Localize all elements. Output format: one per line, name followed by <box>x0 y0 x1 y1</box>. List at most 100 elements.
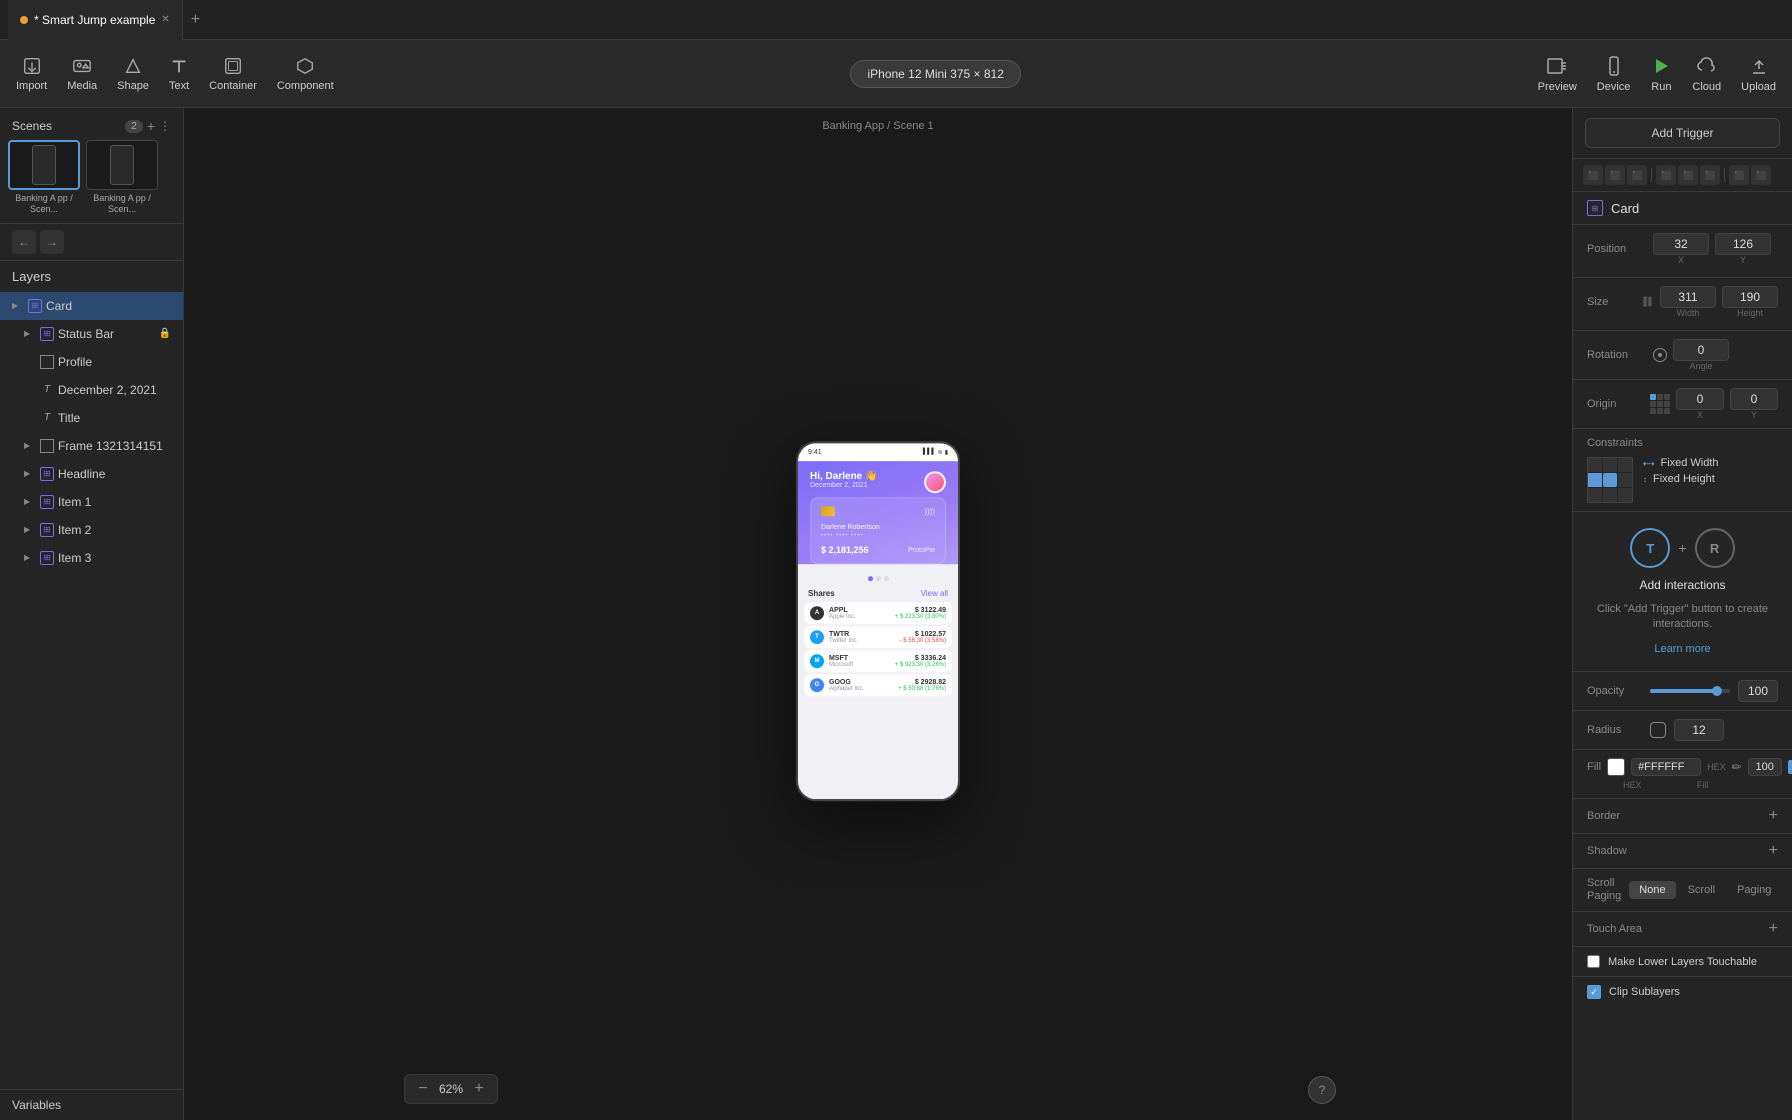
align-center-h-button[interactable]: ⬛ <box>1605 165 1625 185</box>
layer-item-item3[interactable]: ▶ ⊞ Item 3 <box>0 544 183 572</box>
cloud-button[interactable]: Cloud <box>1692 55 1721 93</box>
learn-more-link[interactable]: Learn more <box>1654 643 1710 655</box>
border-add-button[interactable]: + <box>1769 807 1778 825</box>
phone-stock-info-appl: APPL Apple Inc. <box>829 607 895 620</box>
align-right-button[interactable]: ⬛ <box>1627 165 1647 185</box>
device-button[interactable]: Device <box>1597 55 1631 93</box>
align-left-button[interactable]: ⬛ <box>1583 165 1603 185</box>
layer-item-title[interactable]: T Title <box>0 404 183 432</box>
origin-x-input[interactable] <box>1676 388 1724 410</box>
scenes-add-button[interactable]: + <box>147 118 155 134</box>
phone-card-name: Darlene Robertson <box>821 524 935 531</box>
align-bottom-button[interactable]: ⬛ <box>1700 165 1720 185</box>
layer-icon-item3: ⊞ <box>40 551 54 565</box>
phone-greeting-section: Hi, Darlene 👋 December 2, 2021 <box>798 461 958 564</box>
constraints-label: Constraints <box>1587 437 1778 449</box>
position-y-input[interactable] <box>1715 233 1771 255</box>
constraints-fixed-height-row: ↕ Fixed Height <box>1643 473 1719 485</box>
touch-area-label: Touch Area <box>1587 923 1642 935</box>
shape-tool[interactable]: Shape <box>117 56 149 92</box>
layer-item-item1[interactable]: ▶ ⊞ Item 1 <box>0 488 183 516</box>
border-label: Border <box>1587 810 1620 822</box>
nav-back-button[interactable]: ← <box>12 230 36 254</box>
interactions-title: Add interactions <box>1639 578 1725 592</box>
phone-stock-twtr: T TWTR Twitter Inc. $ 1022.57 - $ 56.30 … <box>804 626 952 648</box>
tab-close-btn[interactable]: ✕ <box>161 14 169 25</box>
layer-item-headline[interactable]: ▶ ⊞ Headline <box>0 460 183 488</box>
scene-thumb-2[interactable]: Banking A pp / Scen... <box>86 140 158 215</box>
distribute-v-button[interactable]: ⬛ <box>1751 165 1771 185</box>
phone-stock-price-msft: $ 3336.24 + $ 923.30 (3.26%) <box>895 655 946 668</box>
radius-input[interactable] <box>1674 719 1724 741</box>
touch-area-add-button[interactable]: + <box>1769 920 1778 938</box>
scroll-paging-label: ScrollPaging <box>1587 877 1621 903</box>
layer-name-item1: Item 1 <box>58 495 171 509</box>
interaction-r-circle: R <box>1695 528 1735 568</box>
container-tool[interactable]: Container <box>209 56 257 92</box>
upload-button[interactable]: Upload <box>1741 55 1776 93</box>
device-selector[interactable]: iPhone 12 Mini 375 × 812 <box>850 60 1020 88</box>
distribute-h-button[interactable]: ⬛ <box>1729 165 1749 185</box>
layer-item-item2[interactable]: ▶ ⊞ Item 2 <box>0 516 183 544</box>
phone-greeting-date: December 2, 2021 <box>810 482 877 489</box>
fill-opacity-input[interactable] <box>1748 758 1782 776</box>
scroll-paging-options: None Scroll Paging <box>1629 881 1781 899</box>
make-lower-layers-checkbox[interactable] <box>1587 955 1600 968</box>
rotation-row: Rotation Angle <box>1587 339 1778 371</box>
preview-button[interactable]: Preview <box>1538 55 1577 93</box>
constraints-section: Constraints ⟷ Fixed Wid <box>1573 429 1792 512</box>
fill-fill-sublabel: Fill <box>1697 780 1709 790</box>
component-tool[interactable]: Component <box>277 56 334 92</box>
active-tab[interactable]: * Smart Jump example ✕ <box>8 0 183 40</box>
fill-edit-icon[interactable]: ✏ <box>1732 760 1742 774</box>
layer-item-date[interactable]: T December 2, 2021 <box>0 376 183 404</box>
add-trigger-button[interactable]: Add Trigger <box>1585 118 1780 148</box>
scroll-paging-scroll-button[interactable]: Scroll <box>1678 881 1726 899</box>
help-button[interactable]: ? <box>1308 1076 1336 1104</box>
opacity-input[interactable] <box>1738 680 1778 702</box>
fill-hex-input[interactable] <box>1631 758 1701 776</box>
align-center-v-button[interactable]: ⬛ <box>1678 165 1698 185</box>
origin-y-input[interactable] <box>1730 388 1778 410</box>
new-tab-button[interactable]: + <box>183 11 208 29</box>
tab-label: * Smart Jump example <box>34 13 155 27</box>
clip-sublayers-checkbox[interactable]: ✓ <box>1587 985 1601 999</box>
origin-row: Origin X Y <box>1587 388 1778 420</box>
layer-item-frame[interactable]: ▶ Frame 1321314151 <box>0 432 183 460</box>
layer-item-card[interactable]: ▶ ⊞ Card <box>0 292 183 320</box>
layer-icon-headline: ⊞ <box>40 467 54 481</box>
run-button[interactable]: Run <box>1650 55 1672 93</box>
layer-item-profile[interactable]: Profile <box>0 348 183 376</box>
fill-color-swatch[interactable] <box>1607 758 1625 776</box>
text-tool[interactable]: Text <box>169 56 189 92</box>
size-height-input[interactable] <box>1722 286 1778 308</box>
scroll-paging-none-button[interactable]: None <box>1629 881 1675 899</box>
phone-stock-company-twtr: Twitter Inc. <box>829 638 900 644</box>
device-label[interactable]: iPhone 12 Mini 375 × 812 <box>850 60 1020 88</box>
nav-forward-button[interactable]: → <box>40 230 64 254</box>
opacity-slider[interactable] <box>1650 689 1730 693</box>
shadow-add-button[interactable]: + <box>1769 842 1778 860</box>
phone-card-balance: $ 2,181,256 <box>821 545 869 555</box>
position-x-input[interactable] <box>1653 233 1709 255</box>
fill-toggle[interactable]: ✓ <box>1788 760 1792 774</box>
zoom-in-button[interactable]: + <box>469 1079 489 1099</box>
size-label: Size <box>1587 296 1635 308</box>
media-tool[interactable]: Media <box>67 56 97 92</box>
size-width-input[interactable] <box>1660 286 1716 308</box>
align-tools: ⬛ ⬛ ⬛ ⬛ ⬛ ⬛ ⬛ ⬛ <box>1573 159 1792 192</box>
import-tool[interactable]: Import <box>16 56 47 92</box>
layer-item-status-bar[interactable]: ▶ ⊞ Status Bar 🔒 <box>0 320 183 348</box>
scene-mini-phone-2 <box>110 145 134 185</box>
align-top-button[interactable]: ⬛ <box>1656 165 1676 185</box>
constraints-fixed-width-row: ⟷ Fixed Width <box>1643 457 1719 469</box>
variables-title: Variables <box>12 1098 61 1112</box>
rotation-angle-input[interactable] <box>1673 339 1729 361</box>
zoom-out-button[interactable]: − <box>413 1079 433 1099</box>
origin-picker[interactable] <box>1650 394 1670 414</box>
scroll-paging-paging-button[interactable]: Paging <box>1727 881 1781 899</box>
phone-stock-price-goog: $ 2928.82 + $ 50.88 (1.76%) <box>898 679 946 692</box>
fill-hex-sublabel: HEX <box>1623 780 1693 790</box>
scenes-menu-button[interactable]: ⋮ <box>159 119 171 133</box>
scene-thumb-1[interactable]: Banking A pp / Scen... <box>8 140 80 215</box>
